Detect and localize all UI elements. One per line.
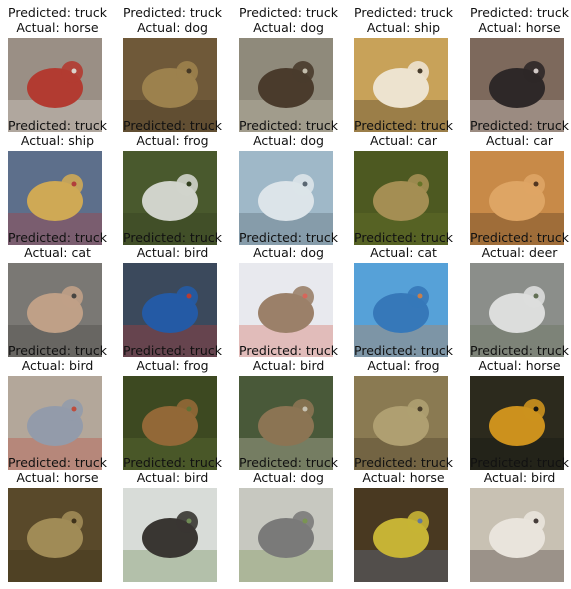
actual-label: Actual: dog [253, 20, 324, 35]
actual-label: Actual: dog [137, 20, 208, 35]
actual-label: Actual: bird [483, 470, 556, 485]
yellow-songbird-image [354, 488, 448, 582]
predicted-label: Predicted: truck [8, 118, 107, 133]
thumbnail [123, 488, 217, 582]
actual-label: Actual: ship [20, 133, 95, 148]
prediction-cell: Predicted: truck Actual: horse [346, 450, 461, 582]
predicted-label: Predicted: truck [239, 5, 338, 20]
thumbnail [239, 488, 333, 582]
prediction-cell: Predicted: truck Actual: bird [115, 450, 230, 582]
actual-label: Actual: frog [136, 133, 209, 148]
prediction-cell: Predicted: truck Actual: dog [115, 0, 230, 132]
actual-label: Actual: bird [136, 245, 209, 260]
predicted-label: Predicted: truck [239, 455, 338, 470]
predicted-label: Predicted: truck [470, 455, 569, 470]
actual-label: Actual: bird [136, 470, 209, 485]
prediction-cell: Predicted: truck Actual: bird [0, 338, 115, 470]
predicted-label: Predicted: truck [470, 230, 569, 245]
predicted-label: Predicted: truck [239, 230, 338, 245]
grey-horse-image [239, 488, 333, 582]
thumbnail [8, 488, 102, 582]
predicted-label: Predicted: truck [354, 455, 453, 470]
predicted-label: Predicted: truck [354, 118, 453, 133]
prediction-cell: Predicted: truck Actual: bird [115, 225, 230, 357]
actual-label: Actual: frog [367, 358, 440, 373]
predicted-label: Predicted: truck [8, 230, 107, 245]
prediction-cell: Predicted: truck Actual: dog [231, 450, 346, 582]
predicted-label: Predicted: truck [8, 343, 107, 358]
actual-label: Actual: dog [253, 133, 324, 148]
prediction-cell: Predicted: truck Actual: dog [231, 113, 346, 245]
prediction-cell: Predicted: truck Actual: frog [115, 113, 230, 245]
predicted-label: Predicted: truck [123, 230, 222, 245]
predicted-label: Predicted: truck [354, 230, 453, 245]
prediction-cell: Predicted: truck Actual: frog [115, 338, 230, 470]
prediction-cell: Predicted: truck Actual: horse [462, 0, 571, 132]
black-horse-image [123, 488, 217, 582]
actual-label: Actual: dog [253, 245, 324, 260]
frog-image [8, 488, 102, 582]
predicted-label: Predicted: truck [8, 5, 107, 20]
actual-label: Actual: horse [16, 470, 99, 485]
actual-label: Actual: bird [252, 358, 325, 373]
actual-label: Actual: deer [481, 245, 558, 260]
predicted-label: Predicted: truck [123, 5, 222, 20]
prediction-cell: Predicted: truck Actual: horse [0, 0, 115, 132]
thumbnail [354, 488, 448, 582]
actual-label: Actual: car [369, 133, 438, 148]
prediction-cell: Predicted: truck Actual: bird [462, 450, 571, 582]
predicted-label: Predicted: truck [239, 118, 338, 133]
prediction-cell: Predicted: truck Actual: bird [231, 338, 346, 470]
predicted-label: Predicted: truck [470, 5, 569, 20]
actual-label: Actual: horse [478, 358, 561, 373]
prediction-cell: Predicted: truck Actual: dog [231, 0, 346, 132]
predicted-label: Predicted: truck [123, 455, 222, 470]
prediction-cell: Predicted: truck Actual: deer [462, 225, 571, 357]
actual-label: Actual: car [485, 133, 554, 148]
predicted-label: Predicted: truck [470, 343, 569, 358]
prediction-grid: Predicted: truck Actual: horse Predicted: … [0, 0, 571, 589]
actual-label: Actual: frog [136, 358, 209, 373]
actual-label: Actual: horse [16, 20, 99, 35]
prediction-cell: Predicted: truck Actual: ship [346, 0, 461, 132]
prediction-cell: Predicted: truck Actual: dog [231, 225, 346, 357]
predicted-label: Predicted: truck [354, 5, 453, 20]
actual-label: Actual: dog [253, 470, 324, 485]
actual-label: Actual: cat [24, 245, 91, 260]
predicted-label: Predicted: truck [123, 118, 222, 133]
actual-label: Actual: horse [362, 470, 445, 485]
prediction-cell: Predicted: truck Actual: cat [346, 225, 461, 357]
prediction-cell: Predicted: truck Actual: cat [0, 225, 115, 357]
predicted-label: Predicted: truck [8, 455, 107, 470]
actual-label: Actual: horse [478, 20, 561, 35]
predicted-label: Predicted: truck [239, 343, 338, 358]
prediction-cell: Predicted: truck Actual: ship [0, 113, 115, 245]
white-puppy-image [470, 488, 564, 582]
prediction-cell: Predicted: truck Actual: horse [0, 450, 115, 582]
prediction-cell: Predicted: truck Actual: car [462, 113, 571, 245]
actual-label: Actual: bird [21, 358, 94, 373]
thumbnail [470, 488, 564, 582]
predicted-label: Predicted: truck [123, 343, 222, 358]
actual-label: Actual: ship [366, 20, 441, 35]
prediction-cell: Predicted: truck Actual: frog [346, 338, 461, 470]
predicted-label: Predicted: truck [354, 343, 453, 358]
prediction-cell: Predicted: truck Actual: horse [462, 338, 571, 470]
actual-label: Actual: cat [370, 245, 437, 260]
prediction-cell: Predicted: truck Actual: car [346, 113, 461, 245]
predicted-label: Predicted: truck [470, 118, 569, 133]
